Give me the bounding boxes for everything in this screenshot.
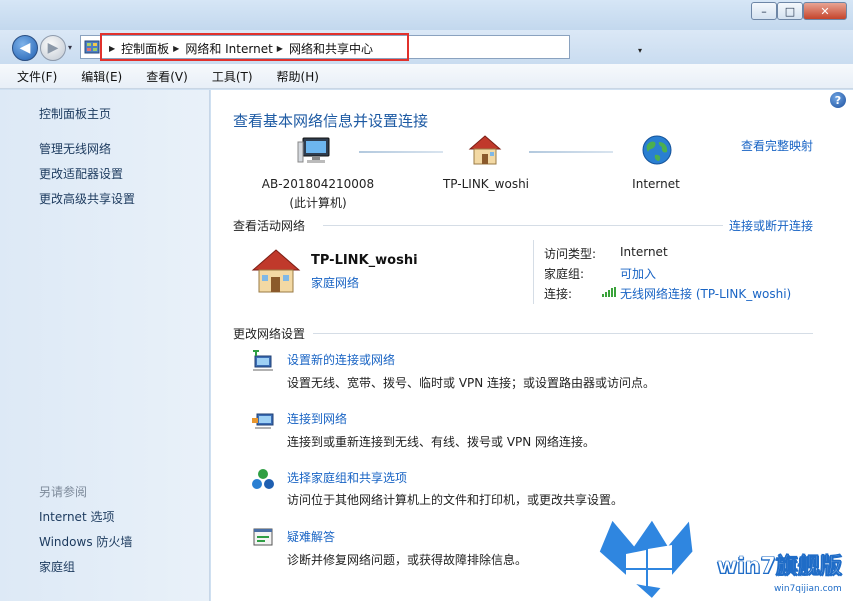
menu-tools[interactable]: 工具(T) bbox=[207, 66, 258, 87]
title-bar: – □ ✕ bbox=[0, 0, 853, 30]
see-also-homegroup[interactable]: 家庭组 bbox=[39, 558, 75, 575]
homegroup-sharing-link[interactable]: 选择家庭组和共享选项 bbox=[287, 469, 407, 486]
troubleshoot-link[interactable]: 疑难解答 bbox=[287, 528, 335, 545]
access-type-value: Internet bbox=[620, 245, 668, 259]
computer-name: AB-201804210008 bbox=[261, 177, 375, 191]
homegroup-icon bbox=[252, 469, 274, 489]
vertical-divider bbox=[533, 240, 534, 304]
sidebar-item-advanced-sharing[interactable]: 更改高级共享设置 bbox=[39, 190, 135, 207]
watermark-brand: win7旗舰版 bbox=[717, 554, 842, 580]
section-divider bbox=[313, 333, 813, 334]
address-dropdown-icon[interactable]: ▾ bbox=[638, 46, 642, 55]
watermark-url: win7qijian.com bbox=[774, 584, 842, 594]
menu-view[interactable]: 查看(V) bbox=[141, 66, 193, 87]
homegroup-label: 家庭组: bbox=[544, 267, 585, 281]
connection-label: 连接: bbox=[544, 287, 573, 301]
map-computer-label: AB-201804210008 (此计算机) bbox=[253, 177, 383, 211]
sidebar-item-adapter-settings[interactable]: 更改适配器设置 bbox=[39, 165, 123, 182]
section-divider bbox=[323, 225, 723, 226]
left-navigation-pane: 控制面板主页 管理无线网络 更改适配器设置 更改高级共享设置 另请参阅 Inte… bbox=[0, 90, 210, 601]
connect-disconnect-link[interactable]: 连接或断开连接 bbox=[729, 217, 813, 234]
network-name: TP-LINK_woshi bbox=[311, 253, 418, 268]
change-settings-heading: 更改网络设置 bbox=[233, 327, 306, 341]
menu-file[interactable]: 文件(F) bbox=[12, 66, 62, 87]
active-networks-heading: 查看活动网络 bbox=[233, 219, 306, 233]
map-connection-line bbox=[359, 151, 443, 153]
wifi-signal-icon bbox=[602, 287, 616, 297]
computer-icon[interactable] bbox=[297, 136, 331, 166]
router-name: TP-LINK_woshi bbox=[442, 177, 530, 191]
setup-new-connection-link[interactable]: 设置新的连接或网络 bbox=[287, 351, 395, 368]
troubleshoot-desc: 诊断并修复网络问题，或获得故障排除信息。 bbox=[287, 553, 528, 567]
connect-network-icon bbox=[252, 413, 274, 429]
maximize-button[interactable]: □ bbox=[777, 2, 803, 20]
menu-help[interactable]: 帮助(H) bbox=[272, 66, 324, 87]
setup-new-connection-desc: 设置无线、宽带、拨号、临时或 VPN 连接；或设置路由器或访问点。 bbox=[287, 376, 656, 390]
network-type-link[interactable]: 家庭网络 bbox=[311, 274, 359, 291]
window-controls: – □ ✕ bbox=[751, 2, 847, 20]
minimize-button[interactable]: – bbox=[751, 2, 777, 20]
page-title: 查看基本网络信息并设置连接 bbox=[233, 112, 429, 130]
menu-edit[interactable]: 编辑(E) bbox=[76, 66, 127, 87]
see-also-internet-options[interactable]: Internet 选项 bbox=[39, 508, 114, 525]
map-connection-line bbox=[529, 151, 613, 153]
menu-bar: 文件(F) 编辑(E) 查看(V) 工具(T) 帮助(H) bbox=[0, 64, 853, 89]
troubleshoot-icon bbox=[253, 528, 273, 546]
sidebar-item-control-panel-home[interactable]: 控制面板主页 bbox=[39, 105, 111, 122]
wireless-connection-link[interactable]: 无线网络连接 (TP-LINK_woshi) bbox=[620, 285, 791, 302]
home-network-icon[interactable] bbox=[468, 134, 502, 166]
recent-pages-dropdown-icon[interactable]: ▾ bbox=[68, 43, 72, 52]
see-full-map-link[interactable]: 查看完整映射 bbox=[741, 137, 813, 154]
connect-to-network-link[interactable]: 连接到网络 bbox=[287, 410, 347, 427]
homegroup-join-link[interactable]: 可加入 bbox=[620, 265, 656, 282]
sidebar-item-manage-wireless[interactable]: 管理无线网络 bbox=[39, 140, 111, 157]
computer-subtitle: (此计算机) bbox=[289, 196, 347, 210]
forward-button[interactable]: ▶ bbox=[40, 35, 66, 61]
back-button[interactable]: ◀ bbox=[12, 35, 38, 61]
home-network-icon bbox=[251, 249, 301, 293]
globe-icon[interactable] bbox=[641, 134, 673, 166]
access-type-label: 访问类型: bbox=[544, 247, 597, 261]
new-connection-icon bbox=[253, 350, 273, 371]
see-also-windows-firewall[interactable]: Windows 防火墙 bbox=[39, 533, 132, 550]
homegroup-sharing-desc: 访问位于其他网络计算机上的文件和打印机，或更改共享设置。 bbox=[287, 493, 624, 507]
internet-label: Internet bbox=[632, 177, 680, 191]
see-also-heading: 另请参阅 bbox=[39, 485, 88, 499]
breadcrumb-highlight-box bbox=[100, 33, 409, 61]
help-icon[interactable]: ? bbox=[830, 92, 846, 108]
connect-to-network-desc: 连接到或重新连接到无线、有线、拨号或 VPN 网络连接。 bbox=[287, 435, 596, 449]
control-panel-icon bbox=[84, 40, 100, 54]
close-button[interactable]: ✕ bbox=[803, 2, 847, 20]
